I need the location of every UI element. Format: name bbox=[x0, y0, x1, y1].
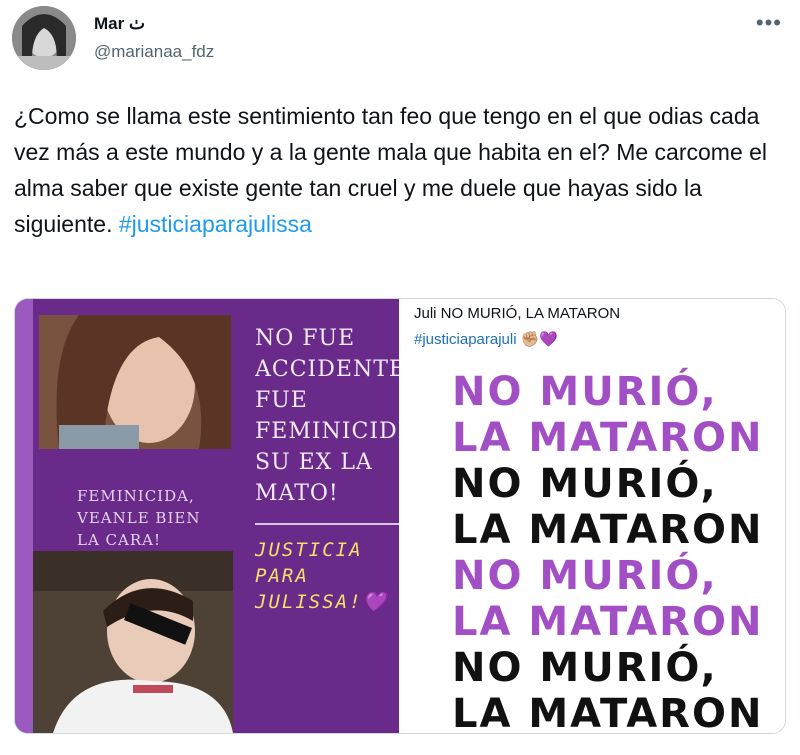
user-handle[interactable]: @marianaa_fdz bbox=[94, 42, 214, 62]
slogan-line: NO MURIÓ, bbox=[452, 369, 718, 415]
fist-heart-emoji: ✊🏼💜 bbox=[520, 331, 559, 348]
justicia-line: PARA bbox=[255, 565, 309, 587]
headline-line: MATO! bbox=[255, 481, 339, 506]
slogan-line: NO MURIÓ, bbox=[452, 645, 718, 691]
embedded-title: Juli NO MURIÓ, LA MATARON bbox=[414, 305, 621, 322]
embedded-post-header: Juli NO MURIÓ, LA MATARON #justiciaparaj… bbox=[402, 299, 785, 361]
hashtag-link[interactable]: #justiciaparajulissa bbox=[119, 211, 312, 237]
headline-line: NO FUE bbox=[255, 326, 356, 351]
headline-line: FUE bbox=[255, 388, 308, 413]
justicia-line: JULISSA!💜 bbox=[255, 591, 389, 613]
more-dots-icon[interactable]: ••• bbox=[756, 10, 782, 36]
display-name[interactable]: Mar ٺ bbox=[94, 14, 145, 34]
justicia-line: JUSTICIA bbox=[255, 539, 363, 561]
slogan-line: LA MATARON bbox=[452, 599, 764, 645]
justicia-text: JUSTICIA PARA JULISSA!💜 bbox=[255, 537, 405, 615]
headline-line: FEMINICIDI bbox=[255, 419, 405, 444]
divider-line bbox=[255, 523, 405, 525]
slogan-line: LA MATARON bbox=[452, 507, 764, 553]
tweet-header: Mar ٺ @marianaa_fdz ••• bbox=[12, 6, 790, 72]
photo-boy bbox=[33, 551, 233, 733]
caption-feminicida: FEMINICIDA, VEANLE BIEN LA CARA! bbox=[77, 487, 201, 549]
slogan-stack: NO MURIÓ, LA MATARON NO MURIÓ, LA MATARON NO… bbox=[452, 369, 785, 734]
headline-line: SU EX LA bbox=[255, 450, 373, 475]
media-image-left[interactable]: FEMINICIDA, VEANLE BIEN LA CARA! NO FUE … bbox=[15, 299, 405, 733]
slogan-line: LA MATARON bbox=[452, 415, 764, 461]
accent-stripe bbox=[15, 299, 33, 733]
avatar[interactable] bbox=[12, 6, 76, 70]
media-container[interactable]: FEMINICIDA, VEANLE BIEN LA CARA! NO FUE … bbox=[14, 298, 786, 734]
headline-text: NO FUE ACCIDENTE FUE FEMINICIDI SU EX LA… bbox=[255, 323, 405, 509]
tweet-text: ¿Como se llama este sentimiento tan feo … bbox=[14, 98, 784, 242]
slogan-line: NO MURIÓ, bbox=[452, 461, 718, 507]
slogan-line: LA MATARON bbox=[452, 691, 764, 734]
media-image-right[interactable]: Juli NO MURIÓ, LA MATARON #justiciaparaj… bbox=[402, 299, 785, 733]
headline-line: ACCIDENTE bbox=[255, 357, 405, 382]
embedded-hashtag-text: #justiciaparajuli bbox=[414, 331, 517, 348]
embedded-hashtag: #justiciaparajuli ✊🏼💜 bbox=[414, 330, 773, 348]
photo-girl bbox=[39, 315, 231, 449]
slogan-line: NO MURIÓ, bbox=[452, 553, 718, 599]
